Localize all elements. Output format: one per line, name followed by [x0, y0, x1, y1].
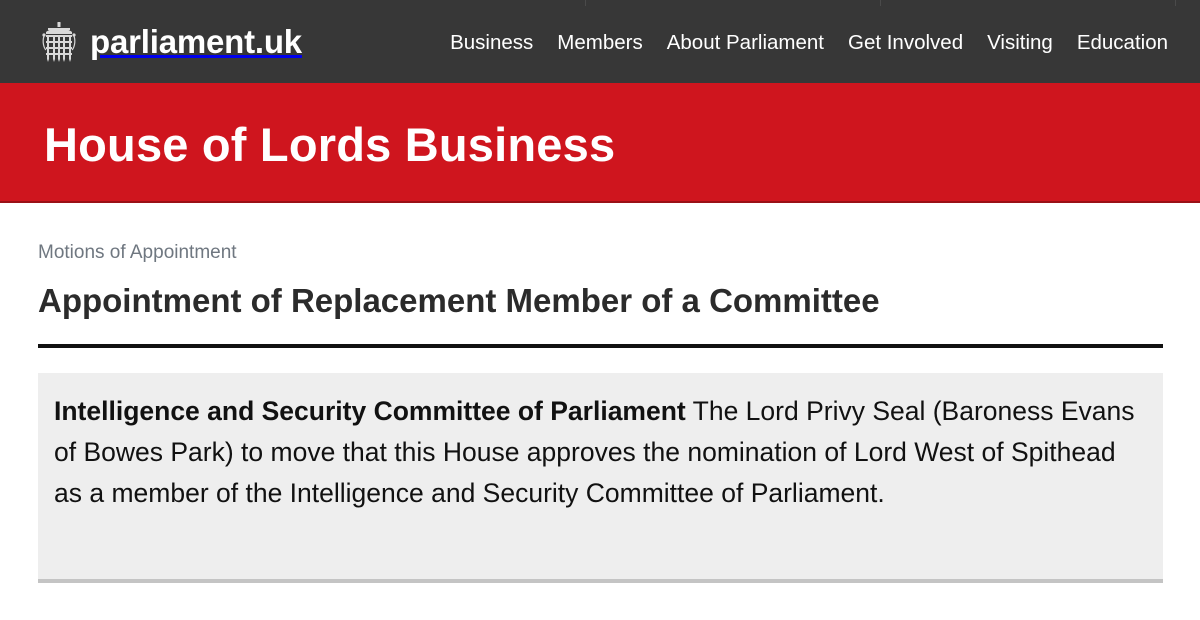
- main-nav: Business Members About Parliament Get In…: [426, 30, 1168, 56]
- header-divider: [1175, 0, 1176, 6]
- site-header: parliament.uk Business Members About Par…: [0, 0, 1200, 83]
- page-title: Appointment of Replacement Member of a C…: [38, 282, 880, 319]
- section-banner: House of Lords Business: [0, 83, 1200, 203]
- nav-education[interactable]: Education: [1077, 30, 1168, 56]
- nav-get-involved[interactable]: Get Involved: [848, 30, 963, 56]
- committee-name: Intelligence and Security Committee of P…: [54, 396, 686, 426]
- section-title: House of Lords Business: [44, 118, 616, 171]
- portcullis-icon: [42, 22, 76, 62]
- title-divider: [38, 344, 1163, 348]
- header-divider: [585, 0, 586, 6]
- motion-text: Intelligence and Security Committee of P…: [54, 391, 1147, 514]
- nav-visiting[interactable]: Visiting: [987, 30, 1053, 56]
- site-name: parliament.uk: [90, 23, 302, 60]
- site-logo-link[interactable]: parliament.uk: [42, 22, 302, 62]
- nav-about-parliament[interactable]: About Parliament: [667, 30, 824, 56]
- header-divider: [880, 0, 881, 6]
- nav-members[interactable]: Members: [557, 30, 642, 56]
- motion-box: Intelligence and Security Committee of P…: [38, 373, 1163, 583]
- nav-business[interactable]: Business: [450, 30, 533, 56]
- breadcrumb: Motions of Appointment: [38, 242, 237, 263]
